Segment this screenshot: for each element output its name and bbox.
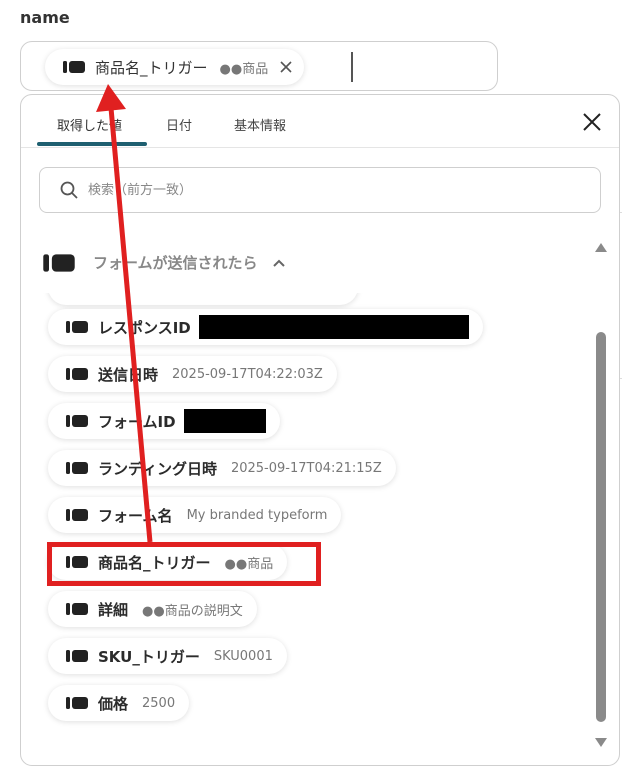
search-input[interactable] bbox=[86, 181, 490, 199]
search-box[interactable] bbox=[39, 167, 601, 213]
tag-icon bbox=[66, 602, 88, 616]
item-value: ●●商品の説明文 bbox=[142, 603, 243, 619]
tab-date[interactable]: 日付 bbox=[166, 115, 192, 134]
item-label: 詳細 bbox=[98, 600, 129, 619]
value-list: レスポンスID 送信日時 2025-09-17T04:22:03Z フォームID… bbox=[21, 293, 596, 763]
list-item-form-id[interactable]: フォームID bbox=[48, 403, 280, 439]
list-item-details[interactable]: 詳細 ●●商品の説明文 bbox=[48, 591, 257, 627]
text-cursor bbox=[351, 52, 353, 82]
item-label: 送信日時 bbox=[98, 365, 159, 384]
tab-basic-info[interactable]: 基本情報 bbox=[234, 115, 286, 134]
scrollbar[interactable] bbox=[591, 235, 611, 755]
list-item-sku-trigger[interactable]: SKU_トリガー SKU0001 bbox=[48, 638, 287, 674]
tag-icon bbox=[66, 508, 88, 522]
item-value: 2025-09-17T04:21:15Z bbox=[230, 460, 382, 476]
tag-icon bbox=[66, 649, 88, 663]
item-value: SKU0001 bbox=[213, 648, 273, 664]
tag-icon bbox=[66, 461, 88, 475]
tag-icon bbox=[63, 60, 85, 74]
tag-icon bbox=[66, 320, 88, 334]
item-value: 2025-09-17T04:22:03Z bbox=[172, 366, 323, 382]
scroll-up-icon[interactable] bbox=[594, 241, 608, 253]
chevron-up-icon[interactable] bbox=[272, 258, 286, 268]
list-item-form-name[interactable]: フォーム名 My branded typeform bbox=[48, 497, 342, 533]
tab-bar: 取得した値 日付 基本情報 bbox=[21, 95, 619, 148]
selected-value-chip[interactable]: 商品名_トリガー ●●商品 bbox=[45, 49, 305, 85]
item-label: フォーム名 bbox=[98, 506, 173, 525]
name-input[interactable]: 商品名_トリガー ●●商品 bbox=[20, 41, 498, 91]
scroll-down-icon[interactable] bbox=[594, 737, 608, 749]
item-value: 2500 bbox=[142, 695, 176, 711]
section-title: フォームが送信されたら bbox=[93, 254, 258, 272]
close-icon[interactable] bbox=[278, 59, 294, 75]
chip-label: 商品名_トリガー bbox=[95, 58, 208, 77]
tag-icon bbox=[66, 367, 88, 381]
field-label-name: name bbox=[20, 8, 70, 27]
item-label: フォームID bbox=[98, 412, 176, 431]
tag-icon bbox=[66, 414, 88, 428]
active-tab-indicator bbox=[37, 142, 147, 146]
search-icon bbox=[60, 181, 78, 199]
list-item-submitted-at[interactable]: 送信日時 2025-09-17T04:22:03Z bbox=[48, 356, 337, 392]
item-value: My branded typeform bbox=[186, 507, 328, 523]
tag-icon bbox=[43, 253, 75, 272]
annotation-highlight-box bbox=[47, 542, 321, 586]
item-label: SKU_トリガー bbox=[98, 647, 200, 666]
item-label: ランディング日時 bbox=[98, 459, 217, 478]
item-label: レスポンスID bbox=[98, 318, 191, 337]
chip-value: ●●商品 bbox=[219, 61, 269, 77]
tab-acquired-values[interactable]: 取得した値 bbox=[57, 115, 122, 134]
list-item-landing-at[interactable]: ランディング日時 2025-09-17T04:21:15Z bbox=[48, 450, 396, 486]
list-item-response-id[interactable]: レスポンスID bbox=[48, 309, 483, 345]
value-picker-panel: 取得した値 日付 基本情報 フォームが送信されたら レスポンスID bbox=[20, 94, 620, 766]
redacted-value bbox=[183, 409, 266, 433]
list-item-partial[interactable] bbox=[48, 293, 358, 305]
item-label: 価格 bbox=[98, 694, 129, 713]
scrollbar-thumb[interactable] bbox=[596, 332, 606, 722]
tag-icon bbox=[66, 696, 88, 710]
close-icon[interactable] bbox=[581, 111, 603, 133]
redacted-value bbox=[198, 315, 469, 339]
list-item-price[interactable]: 価格 2500 bbox=[48, 685, 190, 721]
section-header-form-submitted[interactable]: フォームが送信されたら bbox=[43, 252, 286, 273]
